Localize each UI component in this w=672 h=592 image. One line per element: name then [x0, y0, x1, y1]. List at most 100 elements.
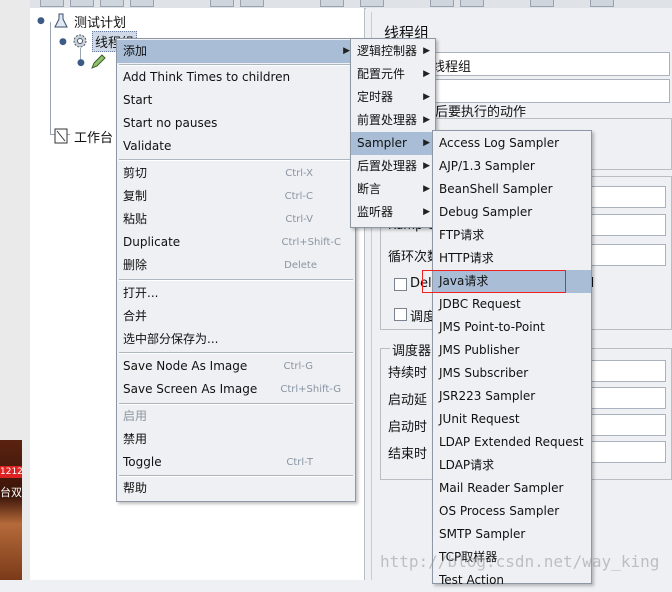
menu-item-label: 禁用	[123, 432, 148, 446]
menu-item-label: Test Action	[439, 573, 505, 587]
menu-item-start-no-pauses[interactable]: Start no pauses	[117, 112, 355, 135]
toolbar-button[interactable]	[430, 0, 454, 7]
pencil-icon	[91, 54, 106, 69]
expand-handle-icon[interactable]: ●	[37, 16, 45, 26]
submenu-arrow-icon: ▶	[343, 46, 350, 56]
highlight-annotation-box	[422, 270, 566, 293]
menu-item-copy[interactable]: 复制 Ctrl-C	[117, 185, 355, 208]
thumbnail-badge: 1212	[0, 466, 22, 478]
sampler-item[interactable]: LDAP Extended Request	[433, 431, 591, 454]
menu-item-label: Duplicate	[123, 235, 181, 249]
sampler-item[interactable]: BeanShell Sampler	[433, 178, 591, 201]
menu-shortcut: Delete	[284, 260, 317, 271]
delay-thread-checkbox[interactable]	[394, 278, 407, 291]
submenu-arrow-icon: ▶	[423, 46, 430, 56]
sampler-item[interactable]: OS Process Sampler	[433, 500, 591, 523]
flask-icon	[54, 13, 68, 28]
watermark: http://blog.csdn.net/way_king	[380, 552, 660, 571]
submenu-item-listener[interactable]: 监听器 ▶	[351, 201, 435, 224]
menu-item-label: 选中部分保存为...	[123, 332, 219, 346]
comments-field[interactable]	[428, 79, 670, 103]
start-time-label: 启动时	[388, 420, 428, 435]
menu-item-label: Mail Reader Sampler	[439, 481, 564, 495]
menu-item-label: Sampler	[357, 136, 407, 150]
toolbar-button[interactable]	[590, 0, 614, 7]
sampler-item[interactable]: Mail Reader Sampler	[433, 477, 591, 500]
menu-item-label: 粘贴	[123, 212, 148, 226]
menu-item-label: 合并	[123, 309, 148, 323]
sampler-item[interactable]: AJP/1.3 Sampler	[433, 155, 591, 178]
toolbar-button[interactable]	[100, 0, 124, 7]
sampler-item[interactable]: FTP请求	[433, 224, 591, 247]
sampler-item[interactable]: HTTP请求	[433, 247, 591, 270]
submenu-item-sampler[interactable]: Sampler ▶	[351, 132, 435, 155]
menu-shortcut: Ctrl-G	[283, 361, 313, 372]
toolbar-button[interactable]	[530, 0, 554, 7]
menu-item-label: 监听器	[357, 205, 394, 219]
submenu-item-logic-controller[interactable]: 逻辑控制器 ▶	[351, 40, 435, 63]
menu-item-label: Start no pauses	[123, 116, 218, 130]
toolbar-button[interactable]	[320, 0, 344, 7]
expand-handle-icon[interactable]: ●	[59, 37, 67, 47]
sampler-item[interactable]: JMS Subscriber	[433, 362, 591, 385]
menu-item-add[interactable]: 添加 ▶	[117, 40, 355, 63]
menu-item-cut[interactable]: 剪切 Ctrl-X	[117, 162, 355, 185]
sampler-item[interactable]: Test Action	[433, 569, 591, 592]
menu-item-label: 断言	[357, 182, 382, 196]
sampler-item[interactable]: LDAP请求	[433, 454, 591, 477]
name-field[interactable]: 线程组	[428, 52, 670, 76]
menu-item-label: Debug Sampler	[439, 205, 533, 219]
menu-item-label: 定时器	[357, 90, 394, 104]
menu-item-toggle[interactable]: Toggle Ctrl-T	[117, 451, 355, 474]
menu-item-delete[interactable]: 删除 Delete	[117, 254, 355, 277]
menu-item-label: OS Process Sampler	[439, 504, 560, 518]
sampler-item[interactable]: SMTP Sampler	[433, 523, 591, 546]
name-field-value: 线程组	[432, 60, 472, 75]
submenu-arrow-icon: ▶	[423, 184, 430, 194]
submenu-arrow-icon: ▶	[423, 161, 430, 171]
sampler-item[interactable]: JUnit Request	[433, 408, 591, 431]
toolbar-button[interactable]	[360, 0, 384, 7]
submenu-item-config-element[interactable]: 配置元件 ▶	[351, 63, 435, 86]
menu-item-label: JMS Publisher	[439, 343, 520, 357]
thumbnail-caption: 台双	[0, 486, 22, 499]
sampler-item[interactable]: JMS Point-to-Point	[433, 316, 591, 339]
submenu-item-pre-processor[interactable]: 前置处理器 ▶	[351, 109, 435, 132]
menu-item-save-node-image[interactable]: Save Node As Image Ctrl-G	[117, 355, 355, 378]
menu-item-duplicate[interactable]: Duplicate Ctrl+Shift-C	[117, 231, 355, 254]
menu-item-enable: 启用	[117, 405, 355, 428]
toolbar-button[interactable]	[460, 0, 484, 7]
sampler-item[interactable]: JSR223 Sampler	[433, 385, 591, 408]
submenu-item-timer[interactable]: 定时器 ▶	[351, 86, 435, 109]
menu-item-help[interactable]: 帮助	[117, 477, 355, 500]
menu-item-label: Validate	[123, 139, 172, 153]
menu-item-label: Toggle	[123, 455, 162, 469]
menu-item-save-selection[interactable]: 选中部分保存为...	[117, 328, 355, 351]
toolbar-button[interactable]	[70, 0, 94, 7]
submenu-arrow-icon: ▶	[423, 69, 430, 79]
menu-item-paste[interactable]: 粘贴 Ctrl-V	[117, 208, 355, 231]
sampler-item[interactable]: JDBC Request	[433, 293, 591, 316]
toolbar-button[interactable]	[210, 0, 234, 7]
menu-item-start[interactable]: Start	[117, 89, 355, 112]
menu-item-validate[interactable]: Validate	[117, 135, 355, 158]
menu-item-label: BeanShell Sampler	[439, 182, 553, 196]
menu-item-add-think-times[interactable]: Add Think Times to children	[117, 66, 355, 89]
sampler-submenu: Access Log Sampler AJP/1.3 Sampler BeanS…	[432, 130, 592, 587]
toolbar-button[interactable]	[240, 0, 264, 7]
sampler-item[interactable]: Access Log Sampler	[433, 132, 591, 155]
submenu-item-assertion[interactable]: 断言 ▶	[351, 178, 435, 201]
menu-item-save-screen-image[interactable]: Save Screen As Image Ctrl+Shift-G	[117, 378, 355, 401]
toolbar-button[interactable]	[130, 0, 154, 7]
submenu-item-post-processor[interactable]: 后置处理器 ▶	[351, 155, 435, 178]
sampler-item[interactable]: JMS Publisher	[433, 339, 591, 362]
menu-item-disable[interactable]: 禁用	[117, 428, 355, 451]
menu-item-merge[interactable]: 合并	[117, 305, 355, 328]
scheduler-checkbox[interactable]	[394, 308, 407, 321]
sampler-item[interactable]: Debug Sampler	[433, 201, 591, 224]
menu-item-open[interactable]: 打开...	[117, 282, 355, 305]
menu-item-label: AJP/1.3 Sampler	[439, 159, 535, 173]
toolbar-button[interactable]	[40, 0, 64, 7]
expand-handle-icon[interactable]: ●	[77, 58, 85, 68]
sampler-node[interactable]	[90, 54, 106, 73]
